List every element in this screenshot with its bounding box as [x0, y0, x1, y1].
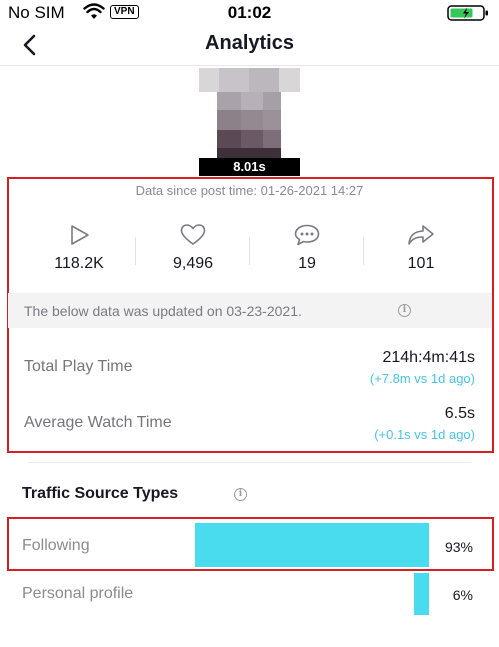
- thumbnail-pixel: [217, 92, 241, 110]
- average-watch-time-label: Average Watch Time: [24, 414, 172, 431]
- traffic-source-label-following: Following: [22, 537, 90, 554]
- update-notice: The below data was updated on 03-23-2021…: [8, 293, 492, 328]
- page-title: Analytics: [205, 32, 294, 54]
- traffic-source-label-personal-profile: Personal profile: [22, 585, 134, 602]
- likes-count: 9,496: [172, 255, 214, 272]
- traffic-section-title: Traffic Source Types: [22, 485, 179, 502]
- traffic-bar-personal-profile: [414, 573, 429, 615]
- section-divider: [28, 462, 471, 463]
- heart-icon: [136, 223, 250, 247]
- battery-icon: [447, 5, 491, 26]
- total-play-time-label: Total Play Time: [24, 358, 133, 375]
- traffic-percent-personal-profile: 6%: [452, 587, 473, 603]
- info-icon[interactable]: i: [234, 488, 247, 501]
- comments-count: 19: [298, 255, 316, 272]
- thumbnail-pixel: [241, 92, 263, 110]
- share-icon: [364, 223, 478, 247]
- thumbnail-pixel: [263, 110, 281, 130]
- thumbnail-pixel: [263, 92, 281, 110]
- stat-comments: 19: [250, 215, 364, 285]
- info-icon[interactable]: i: [398, 304, 411, 317]
- comment-icon: [250, 223, 364, 247]
- update-notice-text: The below data was updated on 03-23-2021…: [24, 303, 302, 319]
- shares-count: 101: [407, 255, 435, 272]
- thumbnail-pixel: [219, 68, 249, 92]
- total-play-time-delta: (+7.8m vs 1d ago): [369, 371, 475, 386]
- stat-likes: 9,496: [136, 215, 250, 285]
- nav-bar: Analytics: [0, 24, 499, 66]
- traffic-bar-following: [195, 523, 429, 567]
- thumbnail-pixel: [249, 68, 279, 92]
- status-bar: No SIM VPN 01:02: [0, 0, 499, 26]
- post-time-text: Data since post time: 01-26-2021 14:27: [135, 183, 364, 198]
- video-thumbnail[interactable]: 8.01s: [199, 68, 300, 176]
- stats-row: 118.2K 9,496 19 101: [8, 215, 492, 285]
- video-duration: 8.01s: [199, 158, 300, 176]
- traffic-percent-following: 93%: [444, 539, 473, 555]
- views-count: 118.2K: [54, 255, 104, 272]
- thumbnail-pixel: [217, 110, 241, 130]
- thumbnail-pixel: [217, 148, 281, 158]
- play-icon: [22, 223, 136, 247]
- average-watch-time-value: 6.5s: [444, 405, 475, 422]
- total-play-time-value: 214h:4m:41s: [382, 349, 475, 366]
- stat-views: 118.2K: [22, 215, 136, 285]
- average-watch-time-delta: (+0.1s vs 1d ago): [374, 427, 475, 442]
- clock: 01:02: [227, 3, 272, 22]
- stat-shares: 101: [364, 215, 478, 285]
- thumbnail-pixel: [241, 110, 263, 130]
